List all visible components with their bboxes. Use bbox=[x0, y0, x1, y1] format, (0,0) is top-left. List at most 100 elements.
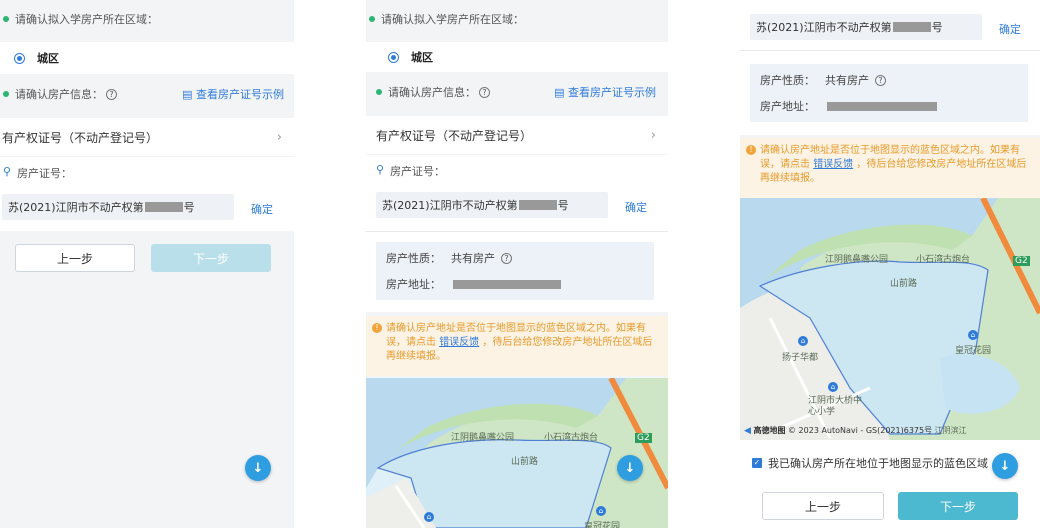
region-prompt: 请确认拟入学房产所在区域： bbox=[381, 13, 524, 26]
masked-number bbox=[518, 200, 557, 210]
prev-button[interactable]: 上一步 bbox=[15, 244, 135, 272]
property-info-prompt: 请确认房产信息： bbox=[388, 86, 476, 99]
chevron-right-icon: › bbox=[276, 129, 282, 145]
map-label-road: 山前路 bbox=[890, 279, 918, 289]
region-prompt-row: 请确认拟入学房产所在区域： bbox=[366, 8, 668, 30]
map-label-park: 江阴鹅鼻嘴公园 bbox=[451, 433, 515, 443]
view-sample-label: 查看房产证号示例 bbox=[568, 86, 656, 99]
screenshot-stage: 请确认拟入学房产所在区域： 城区 请确认房产信息： ? ▤ 查看房产证号示例 有… bbox=[0, 0, 1040, 528]
search-icon: ⚲ bbox=[376, 163, 385, 176]
map-copyright: © 2023 AutoNavi - GS(2021)6375号 bbox=[788, 426, 933, 435]
cert-number-input[interactable]: 苏(2021)江阴市不动产权第 号 bbox=[2, 194, 234, 220]
cert-number-prefix: 苏(2021)江阴市不动产权第 bbox=[756, 21, 892, 34]
map-label-garden: 皇冠花园 bbox=[584, 522, 621, 528]
confirm-button[interactable]: 确定 bbox=[251, 201, 273, 217]
cert-type-label: 有产权证号（不动产登记号） bbox=[376, 128, 533, 143]
nature-value: 共有房产 bbox=[825, 74, 869, 87]
map-pin-icon: ⌂ bbox=[968, 330, 978, 340]
map-label-partial: 江阴滨江 bbox=[934, 426, 967, 435]
help-icon[interactable]: ? bbox=[106, 88, 117, 100]
help-icon[interactable]: ? bbox=[479, 86, 490, 98]
view-sample-link[interactable]: ▤ 查看房产证号示例 bbox=[554, 84, 656, 100]
view-sample-link[interactable]: ▤ 查看房产证号示例 bbox=[182, 86, 284, 102]
bullet-dot-icon bbox=[369, 16, 375, 22]
document-icon: ▤ bbox=[554, 86, 568, 99]
property-info-row: 请确认房产信息： ? ▤ 查看房产证号示例 bbox=[0, 82, 294, 106]
view-sample-label: 查看房产证号示例 bbox=[196, 88, 284, 101]
property-info-box: 房产性质： 共有房产 ? 房产地址： bbox=[750, 64, 1028, 122]
property-info-row: 请确认房产信息： ? ▤ 查看房产证号示例 bbox=[366, 80, 668, 104]
cert-number-input[interactable]: 苏(2021)江阴市不动产权第 号 bbox=[376, 192, 608, 218]
radio-selected-icon[interactable] bbox=[388, 51, 399, 63]
cert-number-label: 房产证号： bbox=[17, 167, 73, 180]
map-graphic bbox=[366, 378, 668, 528]
address-label: 房产地址： bbox=[760, 100, 815, 113]
search-icon: ⚲ bbox=[3, 165, 12, 178]
document-icon: ▤ bbox=[182, 88, 196, 101]
map-attribution: ◀ 高德地图 © 2023 AutoNavi - GS(2021)6375号 江… bbox=[744, 425, 967, 436]
highway-badge: G2 bbox=[635, 433, 652, 443]
map-graphic bbox=[740, 198, 1040, 440]
region-option-label: 城区 bbox=[37, 52, 59, 65]
district-map[interactable]: 江阴鹅鼻嘴公园 小石湾古炮台 山前路 G2 ⌂ 扬子华都 ⌂ 江阴市大桥中心小学… bbox=[740, 198, 1040, 440]
property-address-line: 房产地址： bbox=[760, 93, 1018, 119]
region-prompt: 请确认拟入学房产所在区域： bbox=[15, 13, 158, 26]
confirm-button[interactable]: 确定 bbox=[625, 199, 647, 215]
region-option-row[interactable]: 城区 bbox=[0, 42, 294, 74]
warning-icon: ! bbox=[746, 145, 756, 155]
chevron-right-icon: › bbox=[650, 127, 656, 143]
checkbox-label: 我已确认房产所在地位于地图显示的蓝色区域 bbox=[768, 457, 988, 470]
map-label-estate: 扬子华都 bbox=[782, 353, 819, 363]
region-option-label: 城区 bbox=[411, 51, 433, 64]
form-panel-step-2: 请确认拟入学房产所在区域： 城区 请确认房产信息： ? ▤ 查看房产证号示例 有… bbox=[366, 0, 668, 528]
district-map[interactable]: 江阴鹅鼻嘴公园 小石湾古炮台 山前路 G2 ⌂ ⌂ 皇冠花园 bbox=[366, 378, 668, 528]
cert-number-label: 房产证号： bbox=[390, 165, 446, 178]
download-icon[interactable]: ↓ bbox=[617, 455, 643, 481]
download-icon[interactable]: ↓ bbox=[245, 455, 271, 481]
highway-badge: G2 bbox=[1013, 256, 1030, 266]
map-pin-icon: ⌂ bbox=[828, 382, 838, 392]
help-icon[interactable]: ? bbox=[501, 252, 512, 264]
map-pin-icon: ⌂ bbox=[424, 512, 434, 522]
next-button[interactable]: 下一步 bbox=[898, 492, 1018, 520]
map-label-park: 江阴鹅鼻嘴公园 bbox=[825, 255, 889, 265]
address-notice: ! 请确认房产地址是否位于地图显示的蓝色区域之内。如果有误，请点击 错误反馈 ，… bbox=[740, 138, 1040, 198]
cert-number-prefix: 苏(2021)江阴市不动产权第 bbox=[8, 201, 144, 214]
cert-number-suffix: 号 bbox=[557, 199, 569, 212]
checkbox-checked-icon[interactable]: ✓ bbox=[752, 458, 762, 468]
download-icon[interactable]: ↓ bbox=[992, 453, 1018, 479]
address-notice: ! 请确认房产地址是否位于地图显示的蓝色区域之内。如果有误，请点击 错误反馈 ，… bbox=[366, 316, 668, 376]
form-panel-step-3: 苏(2021)江阴市不动产权第 号 确定 房产性质： 共有房产 ? 房产地址： !… bbox=[740, 0, 1040, 528]
region-prompt-row: 请确认拟入学房产所在区域： bbox=[0, 8, 294, 30]
cert-type-select[interactable]: 有产权证号（不动产登记号） › bbox=[0, 118, 294, 156]
cert-number-input[interactable]: 苏(2021)江阴市不动产权第 号 bbox=[750, 14, 982, 40]
cert-number-suffix: 号 bbox=[183, 201, 195, 214]
masked-number bbox=[144, 202, 183, 212]
bullet-dot-icon bbox=[3, 91, 9, 97]
radio-selected-icon[interactable] bbox=[14, 52, 25, 64]
masked-address bbox=[453, 279, 561, 289]
property-nature-line: 房产性质： 共有房产 ? bbox=[386, 245, 644, 271]
property-info-prompt: 请确认房产信息： bbox=[15, 88, 103, 101]
map-label-road: 山前路 bbox=[511, 457, 539, 467]
region-option-row[interactable]: 城区 bbox=[366, 42, 668, 72]
masked-number bbox=[892, 22, 931, 32]
navigation-arrow-icon: ◀ bbox=[744, 426, 751, 436]
warning-icon: ! bbox=[372, 323, 382, 333]
nature-value: 共有房产 bbox=[451, 252, 495, 265]
feedback-link[interactable]: 错误反馈 bbox=[439, 337, 479, 348]
next-button[interactable]: 下一步 bbox=[151, 244, 271, 272]
map-label-garden: 皇冠花园 bbox=[955, 346, 992, 356]
prev-button[interactable]: 上一步 bbox=[762, 492, 884, 520]
feedback-link[interactable]: 错误反馈 bbox=[813, 159, 853, 170]
cert-number-prefix: 苏(2021)江阴市不动产权第 bbox=[382, 199, 518, 212]
help-icon[interactable]: ? bbox=[875, 74, 886, 86]
property-address-line: 房产地址： bbox=[386, 271, 644, 297]
property-info-box: 房产性质： 共有房产 ? 房产地址： bbox=[376, 242, 654, 300]
confirm-button[interactable]: 确定 bbox=[999, 21, 1021, 37]
property-nature-line: 房产性质： 共有房产 ? bbox=[760, 67, 1018, 93]
form-panel-step-1: 请确认拟入学房产所在区域： 城区 请确认房产信息： ? ▤ 查看房产证号示例 有… bbox=[0, 0, 294, 528]
cert-type-select[interactable]: 有产权证号（不动产登记号） › bbox=[366, 116, 668, 154]
map-label-temple: 小石湾古炮台 bbox=[916, 255, 971, 265]
map-pin-icon: ⌂ bbox=[798, 336, 808, 346]
